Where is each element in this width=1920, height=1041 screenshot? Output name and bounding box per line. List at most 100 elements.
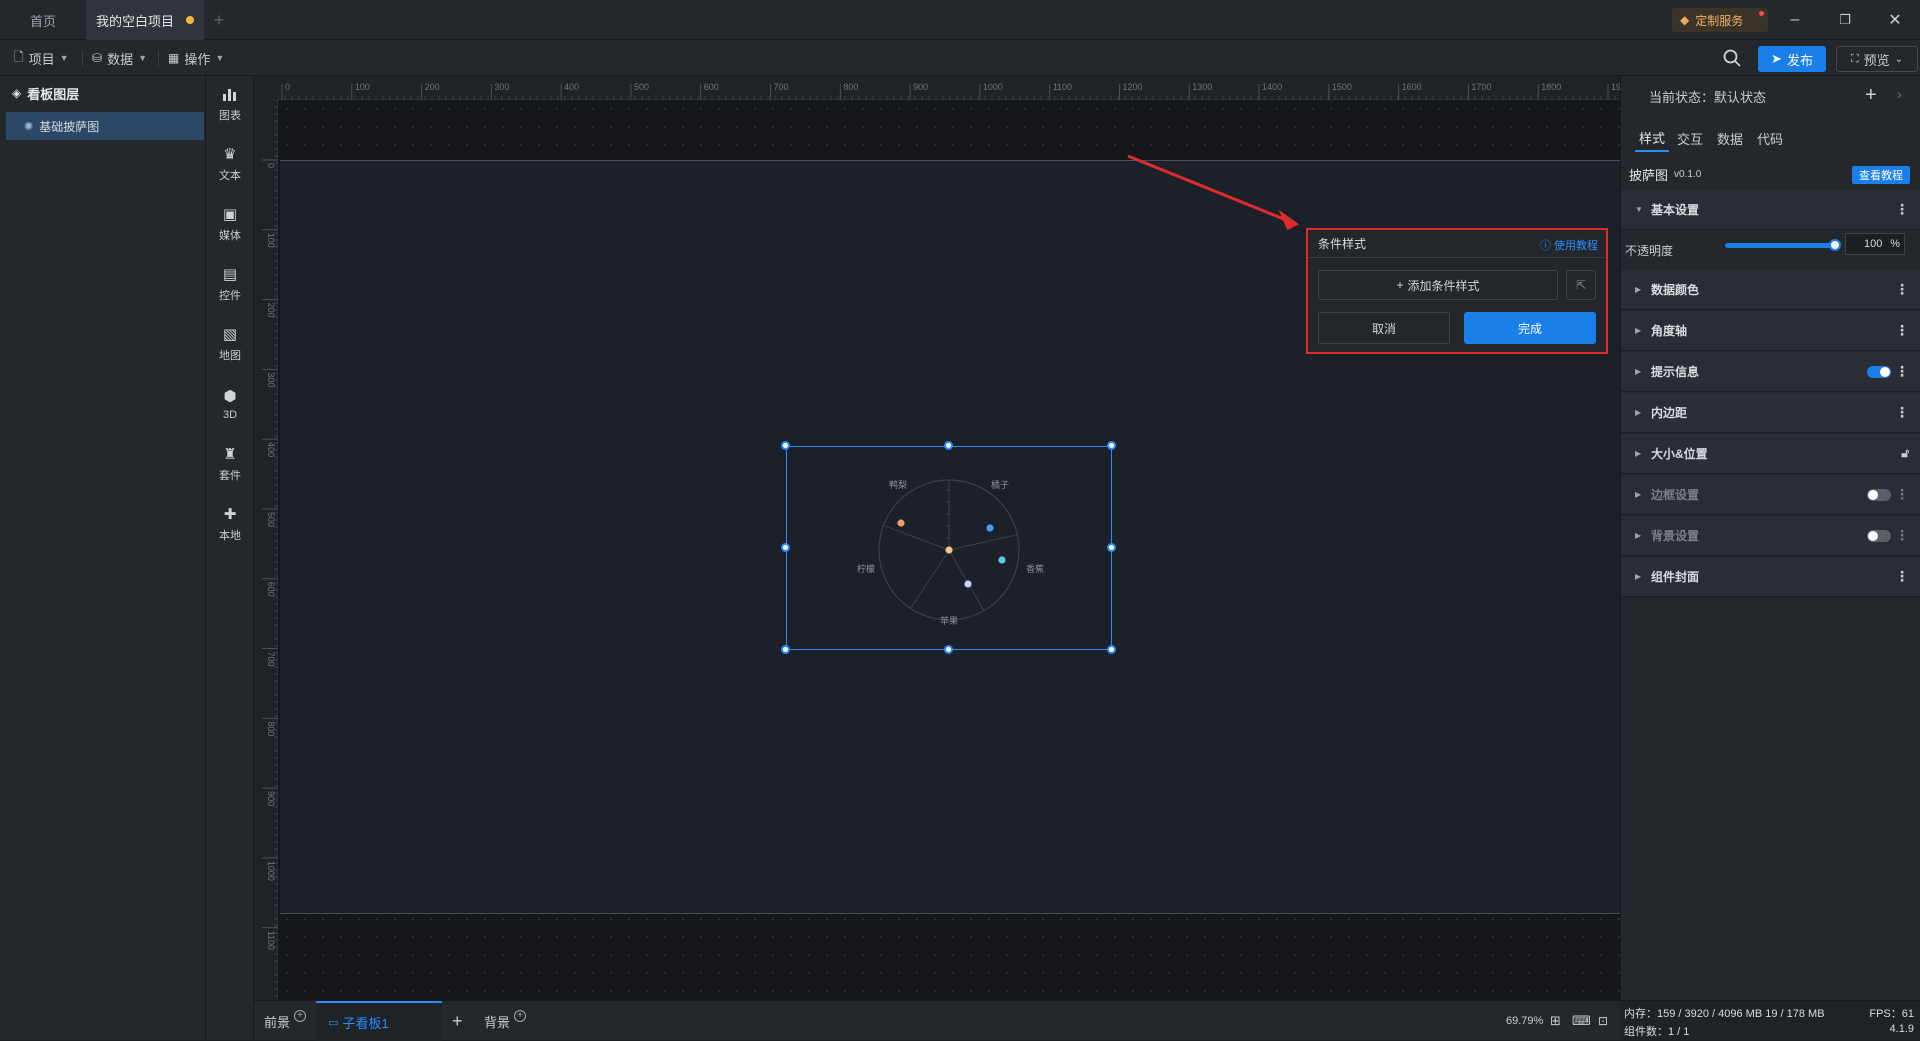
resize-handle[interactable] (781, 645, 790, 654)
component-name: 披萨图 (1629, 165, 1668, 184)
more-icon[interactable]: ⋮ (1895, 282, 1909, 296)
palette-item-kit[interactable]: ♜ 套件 (206, 436, 254, 492)
ruler-label: 700 (266, 652, 276, 667)
add-board-button[interactable]: + (452, 1001, 463, 1041)
palette-item-local[interactable]: ✚ 本地 (206, 496, 254, 552)
section-basic-settings[interactable]: ▼ 基本设置 ⋮ (1621, 190, 1920, 230)
component-palette: 图表 ♛ 文本 ▣ 媒体 ▤ 控件 ▧ 地图 ⬢ 3D ♜ 套件 ✚ 本地 (206, 76, 254, 1040)
minimize-icon: – (1791, 11, 1800, 29)
section-size-position[interactable]: ▶ 大小&位置 🔓︎ (1621, 434, 1920, 474)
console-button[interactable]: ⊡ (1598, 1001, 1608, 1041)
view-tutorial-button[interactable]: 查看教程 (1852, 166, 1910, 184)
section-angle-axis[interactable]: ▶ 角度轴 ⋮ (1621, 311, 1920, 351)
resize-handle[interactable] (944, 645, 953, 654)
more-icon[interactable]: ⋮ (1895, 202, 1909, 216)
help-icon: ⓘ (1540, 237, 1551, 253)
cancel-button[interactable]: 取消 (1318, 312, 1450, 344)
background-toggle[interactable] (1867, 530, 1891, 542)
horizontal-ruler[interactable]: 0100200300400500600700800900100011001200… (278, 76, 1620, 100)
tab-background[interactable]: 背景 + (484, 1001, 526, 1041)
ruler-label: 1200 (1122, 82, 1142, 92)
tab-code[interactable]: 代码 (1757, 124, 1783, 152)
chevron-down-icon: ▼ (138, 53, 147, 63)
section-component-cover[interactable]: ▶ 组件封面 ⋮ (1621, 557, 1920, 597)
section-background[interactable]: ▶ 背景设置 ⋮ (1621, 516, 1920, 556)
tab-interaction[interactable]: 交互 (1677, 124, 1703, 152)
resize-handle[interactable] (781, 441, 790, 450)
layers-panel: ◈ 看板图层 ✺ 基础披萨图 (0, 76, 206, 1040)
help-link[interactable]: ⓘ 使用教程 (1540, 237, 1598, 253)
palette-item-3d[interactable]: ⬢ 3D (206, 376, 254, 432)
plus-icon: + (452, 1011, 463, 1032)
slider-handle[interactable] (1829, 239, 1841, 251)
tab-style[interactable]: 样式 (1635, 124, 1669, 152)
palette-item-map[interactable]: ▧ 地图 (206, 316, 254, 372)
ruler-label: 1100 (266, 931, 276, 950)
more-icon[interactable]: ⋮ (1895, 323, 1909, 337)
menu-project[interactable]: 🗋 项目 ▼ (14, 46, 69, 70)
custom-service-button[interactable]: ◆ 定制服务 (1672, 8, 1768, 32)
more-icon[interactable]: ⋮ (1895, 569, 1909, 583)
opacity-slider[interactable] (1725, 243, 1837, 248)
ruler-label: 800 (266, 721, 276, 736)
tab-home[interactable]: 首页 (0, 0, 86, 40)
keyboard-button[interactable]: ⌨ (1572, 1001, 1591, 1041)
selection-box[interactable] (786, 446, 1112, 650)
search-button[interactable] (1722, 48, 1744, 70)
tab-sub-board[interactable]: ▭ 子看板1 (316, 1001, 442, 1041)
more-icon[interactable]: ⋮ (1895, 487, 1909, 501)
resize-handle[interactable] (1107, 645, 1116, 654)
palette-item-chart[interactable]: 图表 (206, 76, 254, 132)
add-circle-icon[interactable]: + (294, 1010, 306, 1022)
more-icon[interactable]: ⋮ (1895, 364, 1909, 378)
layer-item[interactable]: ✺ 基础披萨图 (6, 112, 204, 140)
minimize-button[interactable]: – (1770, 0, 1820, 40)
close-icon: ✕ (1888, 10, 1901, 30)
vertical-ruler[interactable]: 010020030040050060070080090010001100 (254, 100, 278, 1000)
collapse-button[interactable]: › (1897, 86, 1902, 102)
palette-item-widget[interactable]: ▤ 控件 (206, 256, 254, 312)
section-border[interactable]: ▶ 边框设置 ⋮ (1621, 475, 1920, 515)
new-tab-button[interactable]: + (204, 0, 234, 40)
more-icon[interactable]: ⋮ (1895, 405, 1909, 419)
opacity-input[interactable]: 100 % (1845, 233, 1905, 255)
plus-icon: + (1396, 278, 1403, 292)
ruler-label: 500 (634, 82, 649, 92)
tab-project[interactable]: 我的空白项目 (86, 0, 204, 40)
section-tooltip[interactable]: ▶ 提示信息 ⋮ (1621, 352, 1920, 392)
publish-button[interactable]: ➤ 发布 (1758, 46, 1826, 72)
ruler-label: 0 (285, 82, 290, 92)
annotation-arrow (1120, 150, 1320, 234)
tab-data[interactable]: 数据 (1717, 124, 1743, 152)
resize-handle[interactable] (944, 441, 953, 450)
component-count: 组件数：1 / 1 (1624, 1023, 1689, 1039)
more-icon[interactable]: ⋮ (1895, 528, 1909, 542)
add-condition-button[interactable]: + 添加条件样式 (1318, 270, 1558, 300)
status-panel: 内存：159 / 3920 / 4096 MB 19 / 178 MB FPS：… (1620, 1000, 1920, 1040)
resize-handle[interactable] (1107, 543, 1116, 552)
add-circle-icon[interactable]: + (514, 1010, 526, 1022)
resize-handle[interactable] (781, 543, 790, 552)
preview-button[interactable]: ⛶ 预览 ⌄ (1836, 46, 1918, 72)
lock-icon[interactable]: 🔓︎ (1901, 446, 1909, 460)
palette-item-media[interactable]: ▣ 媒体 (206, 196, 254, 252)
palette-item-text[interactable]: ♛ 文本 (206, 136, 254, 192)
tooltip-toggle[interactable] (1867, 366, 1891, 378)
menu-operation[interactable]: ▦ 操作 ▼ (168, 46, 224, 70)
add-state-button[interactable]: + (1865, 84, 1877, 107)
restore-button[interactable]: ❐ (1820, 0, 1870, 40)
close-button[interactable]: ✕ (1870, 0, 1920, 40)
tab-foreground[interactable]: 前景 + (264, 1001, 306, 1041)
done-button[interactable]: 完成 (1464, 312, 1596, 344)
restore-icon: ❐ (1839, 12, 1851, 28)
zoom-level[interactable]: 69.79% (1506, 1001, 1543, 1041)
menu-data[interactable]: ⛁ 数据 ▼ (92, 46, 147, 70)
resize-handle[interactable] (1107, 441, 1116, 450)
border-toggle[interactable] (1867, 489, 1891, 501)
section-padding[interactable]: ▶ 内边距 ⋮ (1621, 393, 1920, 433)
unsaved-dot (186, 16, 194, 24)
section-data-colors[interactable]: ▶ 数据颜色 ⋮ (1621, 270, 1920, 310)
paste-condition-button[interactable]: ⇱ (1566, 270, 1596, 300)
ruler-label: 1500 (1332, 82, 1352, 92)
fit-screen-button[interactable]: ⊞ (1550, 1001, 1561, 1041)
